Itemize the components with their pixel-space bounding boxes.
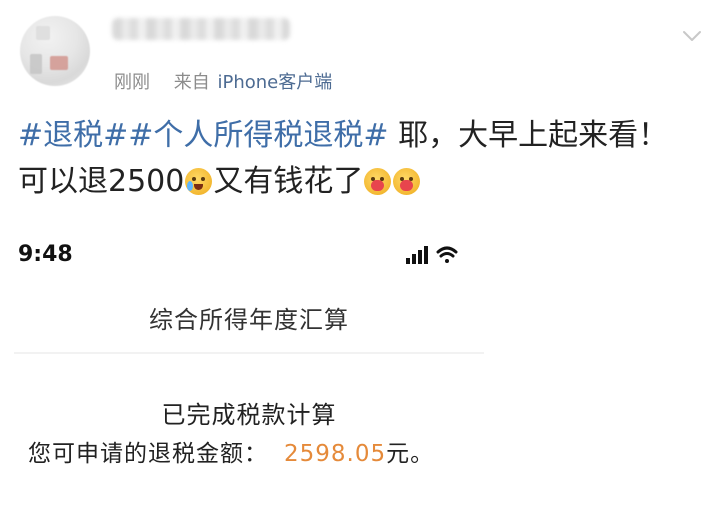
- refund-amount: 2598.05: [284, 441, 387, 467]
- post-line-1-text: 耶，大早上起来看！: [388, 118, 669, 153]
- hug-emoji-icon: [393, 168, 421, 195]
- refund-unit: 元。: [386, 441, 435, 467]
- user-avatar[interactable]: [20, 16, 90, 86]
- cellular-signal-icon: [406, 246, 428, 264]
- post-line-2-text-before: 可以退2500: [18, 164, 185, 199]
- screenshot-divider: [14, 352, 484, 354]
- wifi-icon: [436, 246, 458, 263]
- post-line-2-text-after: 又有钱花了: [213, 164, 364, 199]
- embedded-screenshot[interactable]: 9:48 综合所得年度汇算 已完成税款计算 您可申请的退税金额： 2598.05…: [14, 230, 484, 506]
- blurred-username[interactable]: [112, 18, 290, 40]
- status-bar-icons: [406, 242, 466, 266]
- hashtag-tax-refund[interactable]: #退税#: [18, 118, 128, 153]
- screenshot-status-text: 已完成税款计算: [161, 401, 337, 429]
- hug-emoji-icon: [364, 168, 392, 195]
- post-line-1: #退税##个人所得税退税# 耶，大早上起来看！: [18, 113, 708, 159]
- post-line-2: 可以退2500 又有钱花了: [18, 159, 708, 205]
- post-time: 刚刚: [114, 72, 150, 93]
- post-text: #退税##个人所得税退税# 耶，大早上起来看！ 可以退2500 又有钱花了: [18, 113, 708, 205]
- chevron-down-icon[interactable]: [678, 22, 706, 50]
- hashtag-personal-income-tax-refund[interactable]: #个人所得税退税#: [128, 118, 388, 153]
- status-bar-time: 9:48: [18, 242, 73, 267]
- post-meta: 刚刚 来自 iPhone客户端: [114, 68, 332, 94]
- refund-label: 您可申请的退税金额：: [28, 441, 268, 467]
- post-source-prefix: 来自: [173, 72, 210, 93]
- weibo-post-page: 刚刚 来自 iPhone客户端 #退税##个人所得税退税# 耶，大早上起来看！ …: [0, 0, 722, 506]
- screenshot-title: 综合所得年度汇算: [149, 306, 349, 334]
- crying-emoji-icon: [185, 168, 213, 195]
- screenshot-refund-line: 您可申请的退税金额： 2598.05元。: [28, 434, 434, 468]
- post-source-app[interactable]: iPhone客户端: [217, 72, 332, 93]
